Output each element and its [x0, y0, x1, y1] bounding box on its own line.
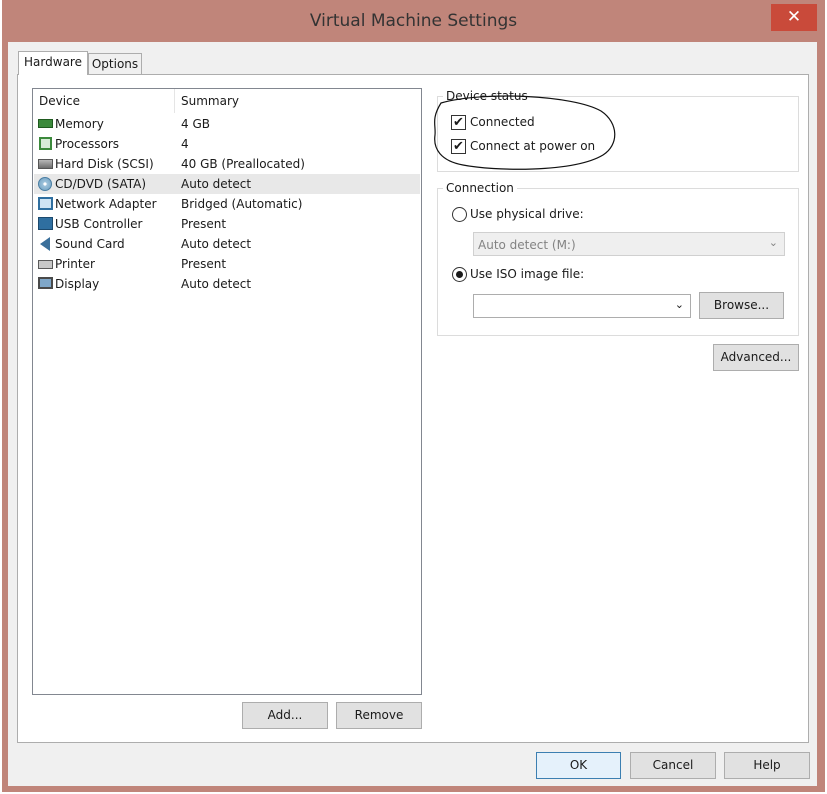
- device-row-usb-controller[interactable]: USB Controller Present: [34, 214, 420, 234]
- device-row-printer[interactable]: Printer Present: [34, 254, 420, 274]
- tab-options[interactable]: Options: [88, 53, 142, 75]
- iso-image-label[interactable]: Use ISO image file:: [470, 267, 584, 281]
- chevron-down-icon[interactable]: ⌄: [675, 298, 684, 311]
- device-summary: Auto detect: [181, 277, 252, 291]
- browse-button[interactable]: Browse...: [699, 292, 784, 319]
- printer-icon: [38, 260, 53, 269]
- physical-drive-select: Auto detect (M:) ⌄: [473, 232, 785, 256]
- device-summary: Auto detect: [181, 237, 252, 251]
- device-row-cd-dvd[interactable]: CD/DVD (SATA) Auto detect: [34, 174, 420, 194]
- title-bar[interactable]: Virtual Machine Settings ✕: [2, 0, 825, 44]
- tab-hardware-label: Hardware: [24, 55, 82, 69]
- device-name: USB Controller: [55, 217, 143, 231]
- summary-column-header[interactable]: Summary: [181, 94, 239, 108]
- device-row-hard-disk[interactable]: Hard Disk (SCSI) 40 GB (Preallocated): [34, 154, 420, 174]
- cd-dvd-icon: [38, 177, 52, 191]
- device-name: CD/DVD (SATA): [55, 177, 147, 191]
- device-summary: Bridged (Automatic): [181, 197, 303, 211]
- device-row-sound-card[interactable]: Sound Card Auto detect: [34, 234, 420, 254]
- radio-selected-dot: [456, 271, 463, 278]
- iso-image-path-input[interactable]: ⌄: [473, 294, 691, 318]
- network-adapter-icon: [38, 197, 53, 210]
- display-icon: [38, 277, 53, 289]
- physical-drive-radio[interactable]: [452, 207, 467, 222]
- device-summary: 4: [181, 137, 189, 151]
- device-column-header[interactable]: Device: [39, 94, 80, 108]
- device-row-network-adapter[interactable]: Network Adapter Bridged (Automatic): [34, 194, 420, 214]
- device-summary: Present: [181, 257, 227, 271]
- dialog-client-area: Hardware Options Device Summary Memory 4…: [8, 42, 817, 786]
- device-row-display[interactable]: Display Auto detect: [34, 274, 420, 294]
- device-row-memory[interactable]: Memory 4 GB: [34, 114, 420, 134]
- list-header: Device Summary: [33, 89, 421, 114]
- usb-icon: [38, 217, 53, 230]
- advanced-button[interactable]: Advanced...: [713, 344, 799, 371]
- processor-icon: [39, 137, 52, 150]
- window-title: Virtual Machine Settings: [309, 11, 518, 31]
- device-name: Display: [55, 277, 100, 291]
- device-summary: Auto detect: [181, 177, 252, 191]
- column-separator[interactable]: [174, 89, 175, 113]
- cancel-button[interactable]: Cancel: [630, 752, 716, 779]
- tab-options-label: Options: [91, 57, 139, 71]
- hard-disk-icon: [38, 159, 53, 169]
- physical-drive-label[interactable]: Use physical drive:: [470, 207, 584, 221]
- ok-button[interactable]: OK: [536, 752, 621, 779]
- device-name: Memory: [55, 117, 104, 131]
- memory-icon: [38, 119, 53, 128]
- tab-hardware[interactable]: Hardware: [18, 51, 88, 75]
- device-name: Processors: [55, 137, 120, 151]
- device-name: Hard Disk (SCSI): [55, 157, 154, 171]
- device-name: Printer: [55, 257, 95, 271]
- device-name: Network Adapter: [55, 197, 157, 211]
- help-button[interactable]: Help: [724, 752, 810, 779]
- dialog-window: Virtual Machine Settings ✕ Hardware Opti…: [2, 0, 825, 792]
- hardware-tab-panel: Device Summary Memory 4 GB Processors 4 …: [17, 74, 809, 743]
- device-name: Sound Card: [55, 237, 125, 251]
- device-summary: 4 GB: [181, 117, 210, 131]
- device-summary: Present: [181, 217, 227, 231]
- chevron-down-icon: ⌄: [768, 236, 778, 249]
- physical-drive-value: Auto detect (M:): [478, 238, 576, 252]
- device-summary: 40 GB (Preallocated): [181, 157, 305, 171]
- device-list[interactable]: Device Summary Memory 4 GB Processors 4 …: [32, 88, 422, 695]
- close-icon: ✕: [786, 7, 802, 27]
- hand-drawn-ellipse-annotation: [434, 95, 616, 170]
- connection-title: Connection: [443, 181, 517, 195]
- sound-card-icon: [40, 237, 50, 251]
- iso-image-radio[interactable]: [452, 267, 467, 282]
- remove-button[interactable]: Remove: [336, 702, 422, 729]
- close-button[interactable]: ✕: [771, 4, 817, 31]
- add-button[interactable]: Add...: [242, 702, 328, 729]
- device-row-processors[interactable]: Processors 4: [34, 134, 420, 154]
